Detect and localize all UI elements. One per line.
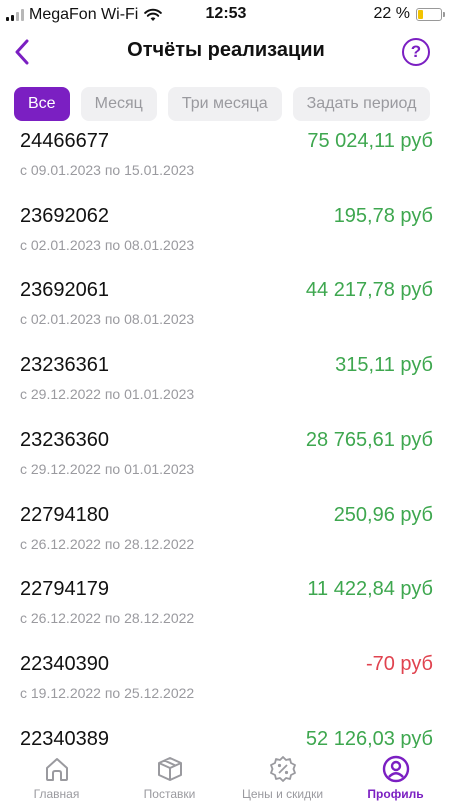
discount-badge-icon <box>269 756 296 782</box>
question-circle-icon: ? <box>410 42 422 61</box>
tab-home[interactable]: Главная <box>0 748 113 804</box>
report-number: 22340389 <box>20 727 109 750</box>
report-number: 23692061 <box>20 279 109 302</box>
filter-chip-2[interactable]: Месяц <box>80 87 157 121</box>
report-period: с 09.01.2023 по 15.01.2023 <box>20 162 195 178</box>
header: Отчёты реализации ? <box>0 30 452 74</box>
report-amount: 28 765,61 руб <box>305 428 433 451</box>
report-row[interactable]: 22340390 -70 руб с 19.12.2022 по 25.12.202… <box>0 653 452 727</box>
page-title: Отчёты реализации <box>127 39 325 61</box>
report-amount: 52 126,03 руб <box>305 727 433 750</box>
home-icon <box>45 758 68 781</box>
report-row[interactable]: 23236361 315,11 руб с 29.12.2022 по 01.01.… <box>0 354 452 428</box>
report-row[interactable]: 22794179 11 422,84 руб с 26.12.2022 по 28.… <box>0 578 452 652</box>
report-row[interactable]: 22794180 250,96 руб с 26.12.2022 по 28.12.… <box>0 504 452 578</box>
report-row[interactable]: 23236360 28 765,61 руб с 29.12.2022 по 01.… <box>0 429 452 503</box>
bottom-tab-bar: Главная Поставки Цены и скидки Профиль <box>0 748 452 804</box>
report-number: 22340390 <box>20 652 109 675</box>
report-row[interactable]: 22340389 52 126,03 руб <box>0 728 452 750</box>
report-amount: 195,78 руб <box>333 204 433 227</box>
report-number: 22794179 <box>20 578 109 601</box>
profile-icon <box>382 755 409 783</box>
report-amount: -70 руб <box>365 652 433 675</box>
report-row[interactable]: 23692062 195,78 руб с 02.01.2023 по 08.01.… <box>0 205 452 279</box>
report-period: с 29.12.2022 по 01.01.2023 <box>20 460 195 477</box>
report-period: с 26.12.2022 по 28.12.2022 <box>20 610 195 627</box>
tab-label: Цены и скидки <box>241 787 324 801</box>
report-number: 23692062 <box>20 204 109 227</box>
tab-profile[interactable]: Профиль <box>339 748 452 804</box>
tab-label: Профиль <box>367 787 424 801</box>
report-amount: 75 024,11 руб <box>307 130 433 152</box>
report-period: с 26.12.2022 по 28.12.2022 <box>20 535 195 552</box>
filter-chip-4[interactable]: Задать период <box>292 87 431 121</box>
status-right: 22 % <box>373 5 445 23</box>
report-number: 23236361 <box>20 354 109 377</box>
tab-label: Поставки <box>143 787 196 801</box>
period-filter-bar: Все Месяц Три месяца Задать период <box>14 87 431 121</box>
help-button[interactable]: ? <box>402 38 430 66</box>
status-bar: MegaFon Wi-Fi 12:53 22 % <box>0 0 452 30</box>
report-amount: 44 217,78 руб <box>305 279 433 302</box>
report-list[interactable]: 24466677 75 024,11 руб с 09.01.2023 по 15.… <box>0 128 452 750</box>
filter-chip-1[interactable]: Все <box>14 87 70 121</box>
report-amount: 250,96 руб <box>333 503 433 526</box>
filter-chip-3[interactable]: Три месяца <box>167 87 282 121</box>
report-number: 24466677 <box>20 130 109 152</box>
report-period: с 02.01.2023 по 08.01.2023 <box>20 236 195 253</box>
report-period: с 02.01.2023 по 08.01.2023 <box>20 311 195 328</box>
report-amount: 315,11 руб <box>335 354 433 377</box>
battery-icon <box>416 7 445 21</box>
battery-fill <box>418 9 424 19</box>
report-row[interactable]: 23692061 44 217,78 руб с 02.01.2023 по 08.… <box>0 279 452 353</box>
battery-percent: 22 % <box>373 5 410 22</box>
report-amount: 11 422,84 руб <box>307 578 433 601</box>
tab-label: Главная <box>33 787 80 801</box>
tab-discount-badge[interactable]: Цены и скидки <box>226 748 339 804</box>
report-number: 22794180 <box>20 503 109 526</box>
report-period: с 29.12.2022 по 01.01.2023 <box>20 386 195 403</box>
report-number: 23236360 <box>20 428 109 451</box>
report-row[interactable]: 24466677 75 024,11 руб с 09.01.2023 по 15.… <box>0 130 452 204</box>
report-period: с 19.12.2022 по 25.12.2022 <box>20 684 195 701</box>
box-icon <box>157 757 182 781</box>
tab-box[interactable]: Поставки <box>113 748 226 804</box>
